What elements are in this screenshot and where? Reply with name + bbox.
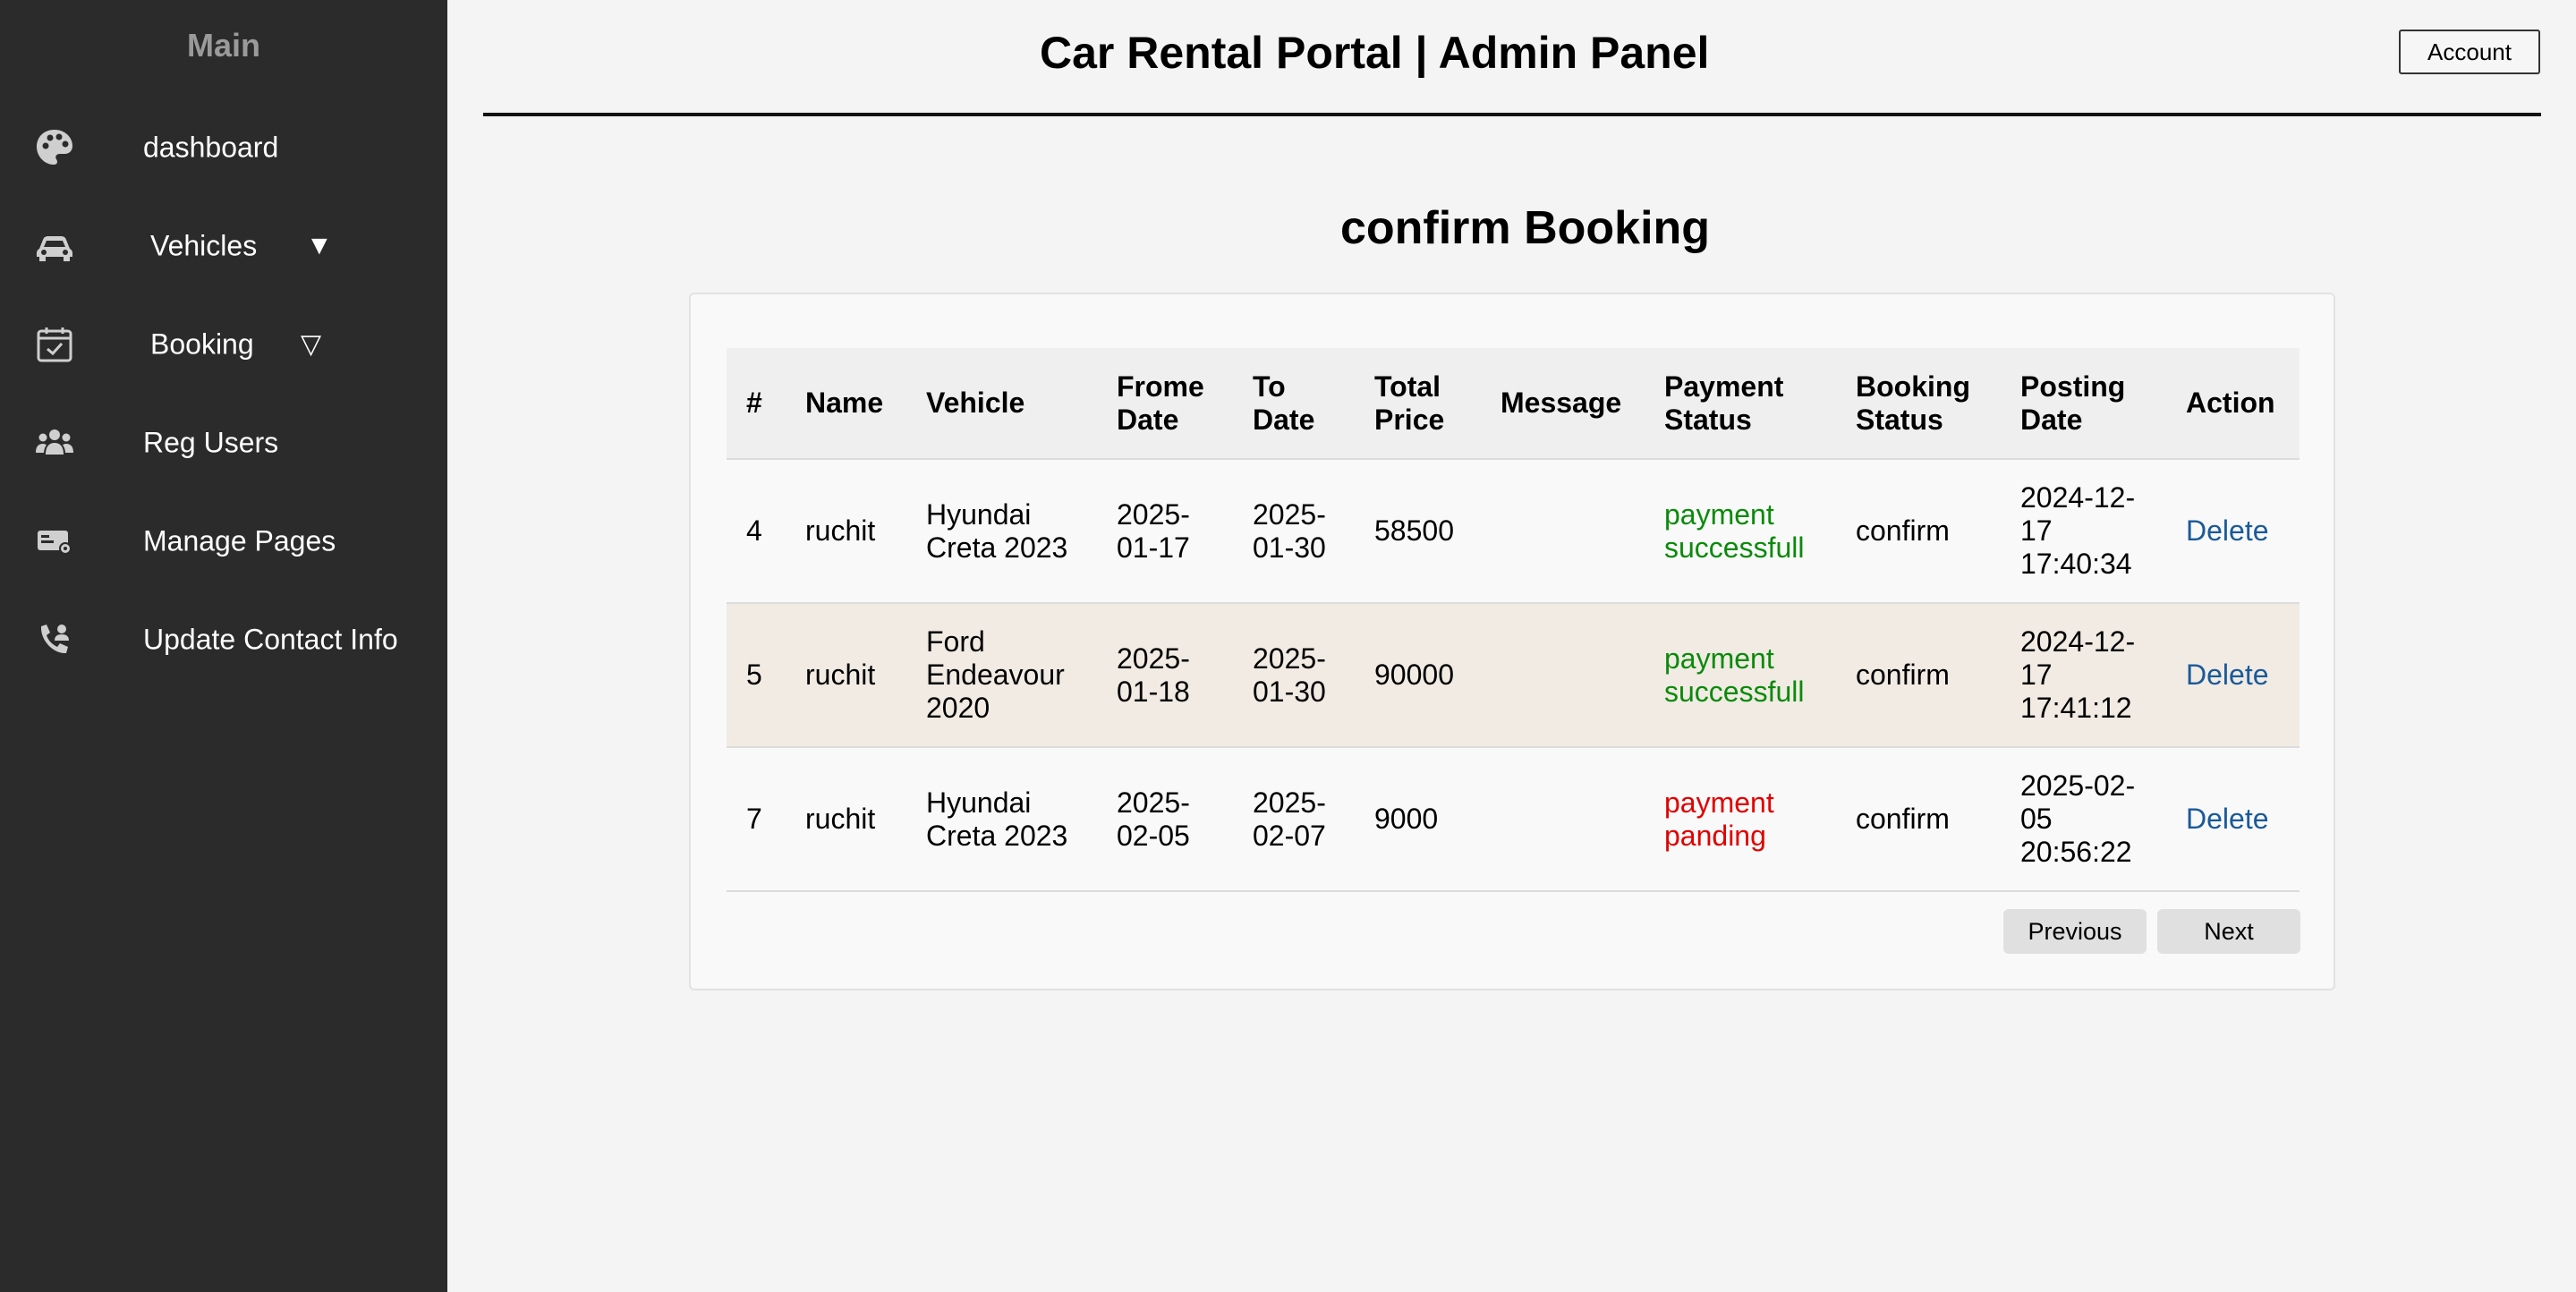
sidebar-item-label: Update Contact Info bbox=[143, 623, 398, 656]
cell-action: Delete bbox=[2166, 602, 2300, 747]
delete-link[interactable]: Delete bbox=[2186, 514, 2269, 547]
col-header-total-price: Total Price bbox=[1355, 348, 1481, 459]
table-row: 5 ruchit Ford Endeavour 2020 2025-01-18 … bbox=[727, 602, 2300, 747]
col-header-message: Message bbox=[1481, 348, 1645, 459]
sidebar-item-label: Vehicles bbox=[150, 229, 258, 262]
cell-id: 5 bbox=[727, 602, 786, 747]
page-title: Car Rental Portal | Admin Panel bbox=[1040, 28, 1710, 78]
id-card-gear-icon bbox=[34, 521, 75, 562]
bookings-card: # Name Vehicle Frome Date To Date Total … bbox=[689, 293, 2335, 990]
cell-action: Delete bbox=[2166, 458, 2300, 603]
col-header-posting-date: Posting Date bbox=[2001, 348, 2166, 459]
delete-link[interactable]: Delete bbox=[2186, 803, 2269, 835]
account-button[interactable]: Account bbox=[2399, 30, 2540, 74]
main-content: Car Rental Portal | Admin Panel Account … bbox=[447, 0, 2576, 1292]
cell-from-date: 2025-01-17 bbox=[1097, 458, 1233, 603]
cell-posting-date: 2025-02-05 20:56:22 bbox=[2001, 746, 2166, 892]
cell-posting-date: 2024-12-17 17:41:12 bbox=[2001, 602, 2166, 747]
table-header-row: # Name Vehicle Frome Date To Date Total … bbox=[727, 348, 2300, 459]
col-header-from-date: Frome Date bbox=[1097, 348, 1233, 459]
sidebar-title: Main bbox=[186, 27, 260, 64]
sidebar-item-update-contact-info[interactable]: Update Contact Info bbox=[0, 591, 447, 689]
cell-posting-date: 2024-12-17 17:40:34 bbox=[2001, 458, 2166, 603]
cell-message bbox=[1481, 602, 1645, 747]
cell-action: Delete bbox=[2166, 746, 2300, 892]
cell-name: ruchit bbox=[786, 602, 906, 747]
cell-booking-status: confirm bbox=[1836, 458, 2001, 603]
col-header-action: Action bbox=[2166, 348, 2300, 459]
users-icon bbox=[34, 422, 75, 463]
cell-vehicle: Hyundai Creta 2023 bbox=[906, 458, 1097, 603]
sidebar-item-label: Booking bbox=[150, 327, 254, 361]
cell-name: ruchit bbox=[786, 458, 906, 603]
calendar-check-icon bbox=[34, 324, 75, 365]
cell-to-date: 2025-01-30 bbox=[1233, 602, 1355, 747]
previous-page-button[interactable]: Previous bbox=[2003, 909, 2147, 954]
header-divider bbox=[483, 113, 2541, 116]
sidebar-item-dashboard[interactable]: dashboard bbox=[0, 98, 447, 197]
cell-vehicle: Ford Endeavour 2020 bbox=[906, 602, 1097, 747]
sidebar: Main dashboard Vehicles ▼ Booking ▽ Reg … bbox=[0, 0, 447, 1292]
cell-from-date: 2025-02-05 bbox=[1097, 746, 1233, 892]
cell-total-price: 58500 bbox=[1355, 458, 1481, 603]
next-page-button[interactable]: Next bbox=[2157, 909, 2300, 954]
col-header-payment-status: Payment Status bbox=[1645, 348, 1836, 459]
sidebar-item-vehicles[interactable]: Vehicles ▼ bbox=[0, 197, 447, 295]
delete-link[interactable]: Delete bbox=[2186, 659, 2269, 691]
car-icon bbox=[34, 225, 75, 267]
section-title: confirm Booking bbox=[1339, 202, 1711, 254]
cell-total-price: 90000 bbox=[1355, 602, 1481, 747]
cell-total-price: 9000 bbox=[1355, 746, 1481, 892]
sidebar-item-reg-users[interactable]: Reg Users bbox=[0, 394, 447, 492]
table-row: 4 ruchit Hyundai Creta 2023 2025-01-17 2… bbox=[727, 458, 2300, 603]
phone-user-icon bbox=[34, 619, 75, 660]
bookings-table: # Name Vehicle Frome Date To Date Total … bbox=[727, 348, 2300, 892]
cell-id: 7 bbox=[727, 746, 786, 892]
sidebar-item-label: Manage Pages bbox=[143, 524, 336, 557]
sidebar-item-manage-pages[interactable]: Manage Pages bbox=[0, 492, 447, 591]
cell-to-date: 2025-01-30 bbox=[1233, 458, 1355, 603]
cell-booking-status: confirm bbox=[1836, 746, 2001, 892]
cell-vehicle: Hyundai Creta 2023 bbox=[906, 746, 1097, 892]
col-header-booking-status: Booking Status bbox=[1836, 348, 2001, 459]
cell-from-date: 2025-01-18 bbox=[1097, 602, 1233, 747]
cell-message bbox=[1481, 746, 1645, 892]
cell-payment-status: payment successfull bbox=[1645, 602, 1836, 747]
table-row: 7 ruchit Hyundai Creta 2023 2025-02-05 2… bbox=[727, 746, 2300, 892]
palette-icon bbox=[34, 127, 75, 168]
cell-payment-status: payment successfull bbox=[1645, 458, 1836, 603]
col-header-id: # bbox=[727, 348, 786, 459]
col-header-to-date: To Date bbox=[1233, 348, 1355, 459]
cell-payment-status: payment panding bbox=[1645, 746, 1836, 892]
cell-message bbox=[1481, 458, 1645, 603]
chevron-down-icon: ▼ bbox=[306, 231, 333, 260]
cell-id: 4 bbox=[727, 458, 786, 603]
cell-booking-status: confirm bbox=[1836, 602, 2001, 747]
chevron-down-outline-icon: ▽ bbox=[301, 329, 322, 360]
sidebar-item-label: Reg Users bbox=[143, 426, 279, 459]
col-header-vehicle: Vehicle bbox=[906, 348, 1097, 459]
cell-name: ruchit bbox=[786, 746, 906, 892]
col-header-name: Name bbox=[786, 348, 906, 459]
sidebar-item-label: dashboard bbox=[143, 131, 279, 164]
sidebar-item-booking[interactable]: Booking ▽ bbox=[0, 295, 447, 394]
cell-to-date: 2025-02-07 bbox=[1233, 746, 1355, 892]
